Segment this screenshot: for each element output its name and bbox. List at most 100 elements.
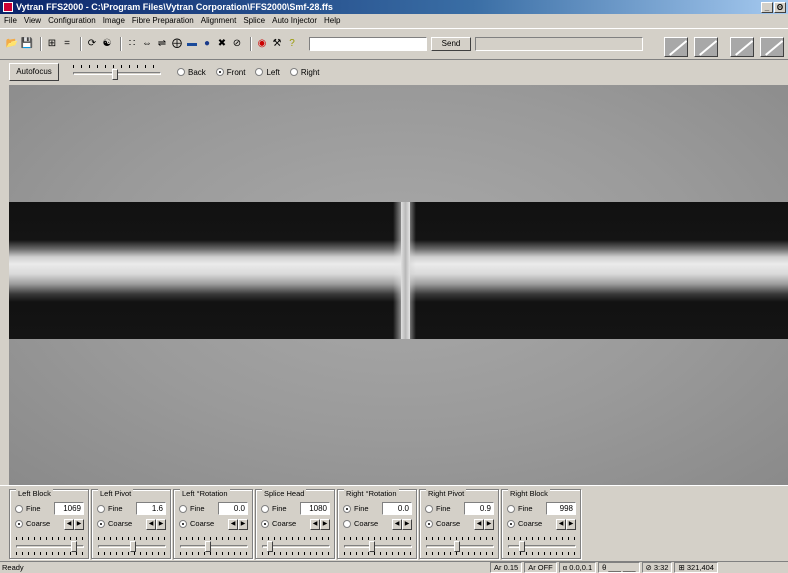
coarse-radio[interactable]: Coarse <box>97 519 132 528</box>
menu-alignment[interactable]: Alignment <box>201 16 237 25</box>
position-slider[interactable] <box>262 537 330 555</box>
position-value-field[interactable]: 1080 <box>300 502 330 515</box>
step-right-button[interactable]: ▶ <box>320 519 330 530</box>
autofocus-button[interactable]: Autofocus <box>9 63 59 81</box>
step-right-button[interactable]: ▶ <box>74 519 84 530</box>
zoom-icon[interactable]: ⊞ <box>46 38 58 50</box>
position-slider[interactable] <box>508 537 576 555</box>
step-right-button[interactable]: ▶ <box>238 519 248 530</box>
radio-button[interactable] <box>15 504 23 513</box>
position-value-field[interactable]: 0.0 <box>382 502 412 515</box>
equals-icon[interactable]: = <box>61 38 73 50</box>
radio-button[interactable] <box>343 519 351 528</box>
position-slider[interactable] <box>16 537 84 555</box>
target-icon[interactable]: ⨁ <box>171 38 183 50</box>
command-input[interactable] <box>309 37 427 51</box>
minimize-button[interactable]: _ <box>761 1 773 13</box>
menu-help[interactable]: Help <box>324 16 340 25</box>
cross-icon[interactable]: ✖ <box>216 38 228 50</box>
view-mode-1-icon[interactable] <box>664 37 688 57</box>
radio-button[interactable] <box>507 519 515 528</box>
radio-button[interactable] <box>289 68 298 76</box>
restore-button[interactable]: ʘ <box>774 1 786 13</box>
radio-button[interactable] <box>255 68 264 76</box>
radio-button[interactable] <box>179 504 187 513</box>
arc-icon[interactable]: ◉ <box>256 38 268 50</box>
radio-button[interactable] <box>425 504 433 513</box>
fine-radio[interactable]: Fine <box>425 504 451 513</box>
slider-thumb[interactable] <box>454 541 460 552</box>
menu-auto-injector[interactable]: Auto Injector <box>272 16 317 25</box>
view-radio-left[interactable]: Left <box>255 68 280 77</box>
radio-button[interactable] <box>179 519 187 528</box>
rotate-icon[interactable]: ⟳ <box>86 38 98 50</box>
step-right-button[interactable]: ▶ <box>156 519 166 530</box>
coarse-radio[interactable]: Coarse <box>507 519 542 528</box>
step-left-button[interactable]: ◀ <box>310 519 320 530</box>
view-radio-right[interactable]: Right <box>289 68 320 77</box>
radio-button[interactable] <box>215 68 224 76</box>
align-icon[interactable]: ∷ <box>126 38 138 50</box>
view-radio-back[interactable]: Back <box>177 68 206 77</box>
view-mode-2-icon[interactable] <box>694 37 718 57</box>
split-icon[interactable]: ⇌ <box>156 38 168 50</box>
view-radio-front[interactable]: Front <box>215 68 245 77</box>
step-left-button[interactable]: ◀ <box>556 519 566 530</box>
position-slider[interactable] <box>426 537 494 555</box>
coarse-radio[interactable]: Coarse <box>343 519 378 528</box>
slider-thumb[interactable] <box>369 541 375 552</box>
radio-button[interactable] <box>261 519 269 528</box>
slider-thumb[interactable] <box>71 541 77 552</box>
position-value-field[interactable]: 1.6 <box>136 502 166 515</box>
stop-icon[interactable]: ⊘ <box>231 38 243 50</box>
slider-thumb[interactable] <box>519 541 525 552</box>
gap-icon[interactable]: ⇔ <box>141 38 153 50</box>
radio-button[interactable] <box>261 504 269 513</box>
fine-radio[interactable]: Fine <box>97 504 123 513</box>
step-left-button[interactable]: ◀ <box>474 519 484 530</box>
camera-view[interactable] <box>9 85 788 485</box>
menu-view[interactable]: View <box>24 16 41 25</box>
radio-button[interactable] <box>177 68 185 76</box>
position-value-field[interactable]: 0.9 <box>464 502 494 515</box>
position-value-field[interactable]: 998 <box>546 502 576 515</box>
coarse-radio[interactable]: Coarse <box>15 519 50 528</box>
step-left-button[interactable]: ◀ <box>392 519 402 530</box>
radio-button[interactable] <box>507 504 515 513</box>
radio-button[interactable] <box>97 504 105 513</box>
radio-button[interactable] <box>97 519 105 528</box>
position-slider[interactable] <box>180 537 248 555</box>
fine-radio[interactable]: Fine <box>15 504 41 513</box>
slider-thumb[interactable] <box>205 541 211 552</box>
step-left-button[interactable]: ◀ <box>228 519 238 530</box>
radio-button[interactable] <box>425 519 433 528</box>
fine-radio[interactable]: Fine <box>261 504 287 513</box>
wrench-icon[interactable]: ⚒ <box>271 38 283 50</box>
view-mode-3-icon[interactable] <box>730 37 754 57</box>
step-right-button[interactable]: ▶ <box>566 519 576 530</box>
help-icon[interactable]: ? <box>286 38 298 50</box>
step-left-button[interactable]: ◀ <box>64 519 74 530</box>
focus-slider[interactable] <box>73 63 161 81</box>
send-button[interactable]: Send <box>431 37 471 51</box>
step-right-button[interactable]: ▶ <box>402 519 412 530</box>
slider-thumb[interactable] <box>267 541 273 552</box>
menu-splice[interactable]: Splice <box>243 16 265 25</box>
radio-button[interactable] <box>15 519 23 528</box>
coarse-radio[interactable]: Coarse <box>261 519 296 528</box>
coarse-radio[interactable]: Coarse <box>425 519 460 528</box>
position-value-field[interactable]: 0.0 <box>218 502 248 515</box>
fine-radio[interactable]: Fine <box>507 504 533 513</box>
position-slider[interactable] <box>344 537 412 555</box>
menu-fibre-preparation[interactable]: Fibre Preparation <box>132 16 194 25</box>
view-mode-4-icon[interactable] <box>760 37 784 57</box>
focus-slider-thumb[interactable] <box>112 69 118 80</box>
save-icon[interactable]: 💾 <box>21 38 33 50</box>
fiber-icon[interactable]: ▬ <box>186 38 198 50</box>
radio-button[interactable] <box>343 504 351 513</box>
move-icon[interactable]: ☯ <box>101 38 113 50</box>
slider-thumb[interactable] <box>130 541 136 552</box>
menu-file[interactable]: File <box>4 16 17 25</box>
position-value-field[interactable]: 1069 <box>54 502 84 515</box>
record-icon[interactable]: ● <box>201 38 213 50</box>
